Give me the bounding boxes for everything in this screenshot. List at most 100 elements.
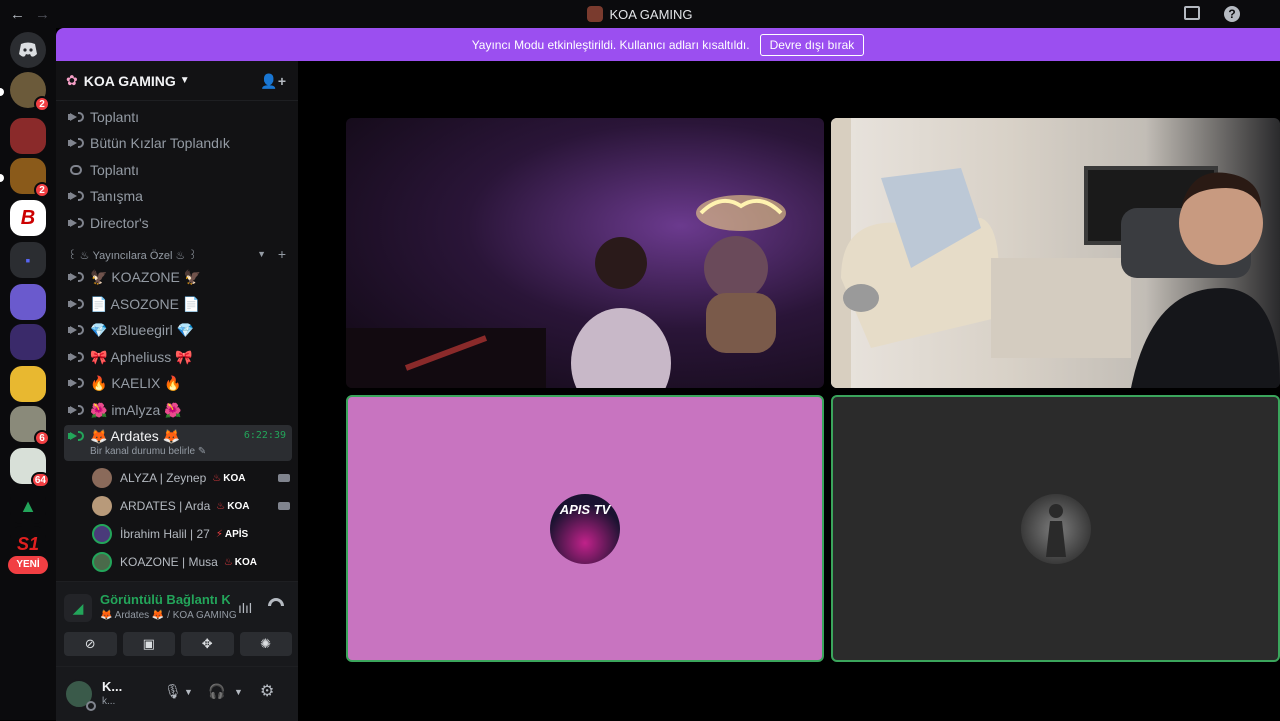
voice-channel[interactable]: Toplantı [64,104,292,130]
camera-icon [278,502,290,510]
voice-channel[interactable]: 🎀 Apheliuss 🎀 [64,344,292,370]
add-channel-icon[interactable]: + [278,246,286,262]
user-subtext: k... [102,696,116,707]
channel-label: 🌺 imAlyza 🌺 [90,401,182,418]
video-tile-camera[interactable] [831,118,1280,388]
speaker-icon [68,215,84,231]
headphones-icon[interactable]: 🎧 [208,683,225,700]
disable-streamer-mode-button[interactable]: Devre dışı bırak [759,33,865,56]
channel-status[interactable]: Bir kanal durumu belirle ✎ [90,446,206,457]
stage-channel[interactable]: Toplantı [64,157,292,183]
folder-icon[interactable]: ▪ [10,242,46,278]
unread-pill [0,174,4,182]
server-item[interactable] [10,324,46,360]
server-name: KOA GAMING [83,72,176,89]
camera-feed-illustration [346,195,786,388]
speaker-icon [68,135,84,151]
server-item[interactable]: 2 [10,72,50,112]
camera-icon [278,474,290,482]
microphone-icon[interactable]: 🎙 [164,683,182,700]
status-indicator [86,701,96,711]
video-tile-avatar[interactable]: APIS TV [346,395,824,662]
channel-label: 🔥 KAELIX 🔥 [90,374,182,391]
help-icon[interactable]: ? [1224,6,1240,22]
speaker-icon [68,296,84,312]
server-item[interactable]: 64 [10,448,50,488]
call-timer: 6:22:39 [243,430,286,441]
channel-label: 🦅 KOAZONE 🦅 [90,268,202,285]
chevron-down-icon[interactable]: ▼ [234,687,243,697]
server-item[interactable] [10,366,46,402]
speaker-icon [68,428,84,444]
speaker-icon [68,322,84,338]
member-tag: ♨ KOA [223,556,258,568]
voice-channel[interactable]: Tanışma [64,183,292,209]
voice-member[interactable]: ALYZA | Zeynep ♨ KOA [92,466,292,490]
forward-arrow-icon[interactable]: → [35,6,50,23]
video-stage: APIS TV [298,61,1280,720]
member-tag: ♨ KOA [212,472,246,484]
avatar [92,468,112,488]
category-label: ꒰ ♨ Yayıncılara Özel ♨ ꒱ [68,249,198,262]
voice-channel[interactable]: 📄 ASOZONE 📄 [64,291,292,317]
inbox-icon[interactable] [1184,6,1200,20]
disconnect-icon[interactable] [268,598,284,606]
voice-member[interactable]: ARDATES | Arda ♨ KOA [92,494,292,518]
mention-badge: 64 [30,472,50,488]
mention-badge: 6 [34,430,50,446]
server-item[interactable] [10,284,46,320]
title-bar: ← → KOA GAMING ? [0,0,1280,28]
streamer-mode-banner: Yayıncı Modu etkinleştirildi. Kullanıcı … [56,28,1280,61]
avatar [92,524,112,544]
chevron-down-icon: ▼ [257,249,266,259]
camera-off-button[interactable]: ⊘ [64,632,117,656]
username[interactable]: K... [102,679,122,694]
voice-channel[interactable]: 🦅 KOAZONE 🦅 [64,264,292,290]
chevron-down-icon[interactable]: ▼ [184,687,193,697]
voice-action-buttons: ⊘ ▣ ✥ ✺ [64,632,292,656]
channel-label: Toplantı [90,162,140,178]
voice-channel[interactable]: 🔥 KAELIX 🔥 [64,370,292,396]
voice-status[interactable]: Görüntülü Bağlantı Kuruldu [100,592,230,607]
stage-icon [68,162,84,178]
voice-member[interactable]: KOAZONE | Musa ♨ KOA [92,550,292,574]
back-arrow-icon[interactable]: ← [10,6,25,23]
video-tile-camera[interactable] [346,118,824,388]
discord-home-icon[interactable] [10,32,46,68]
flower-icon: ✿ [66,72,78,88]
avatar-figure-illustration [1045,503,1066,557]
soundboard-button[interactable]: ✺ [239,632,292,656]
speaker-icon [68,375,84,391]
noise-suppression-icon[interactable]: ılıl [238,600,252,616]
voice-channel[interactable]: 🌺 imAlyza 🌺 [64,397,292,423]
voice-channel[interactable]: 💎 xBlueegirl 💎 [64,317,292,343]
unread-pill [0,88,4,96]
active-voice-channel[interactable]: 🦊 Ardates 🦊 6:22:39 Bir kanal durumu bel… [64,425,292,461]
speaker-icon [68,109,84,125]
server-item[interactable]: 2 [10,158,50,198]
voice-channel[interactable]: Director's [64,210,292,236]
video-tile-avatar[interactable] [831,395,1280,662]
speaker-icon [68,349,84,365]
server-item[interactable]: 6 [10,406,50,446]
server-item[interactable] [10,118,46,154]
member-name: ARDATES | Arda [120,499,211,513]
speaker-icon [68,269,84,285]
server-header[interactable]: ✿ KOA GAMING ▼ 👤+ [56,61,298,101]
settings-gear-icon[interactable]: ⚙ [260,681,274,701]
voice-member[interactable]: İbrahim Halil | 27 ⚡ APİS [92,522,292,546]
avatar [92,496,112,516]
voice-connection-panel: ◢ Görüntülü Bağlantı Kuruldu 🦊 Ardates 🦊… [56,581,298,721]
soundboard-icon: ✺ [260,636,272,651]
server-item-b[interactable]: B [10,200,46,236]
signal-icon[interactable]: ◢ [64,594,92,622]
voice-channel[interactable]: Bütün Kızlar Toplandık [64,130,292,156]
channel-label: Director's [90,215,149,231]
activities-button[interactable]: ✥ [181,632,234,656]
category-header[interactable]: ꒰ ♨ Yayıncılara Özel ♨ ꒱ ▼ + [68,245,290,263]
channel-label: 🦊 Ardates 🦊 [90,428,181,444]
invite-people-icon[interactable]: 👤+ [260,73,286,90]
triangle-server-icon[interactable]: ▲ [10,488,46,524]
voice-location[interactable]: 🦊 Ardates 🦊 / KOA GAMING [100,610,237,621]
screen-share-button[interactable]: ▣ [122,632,175,656]
